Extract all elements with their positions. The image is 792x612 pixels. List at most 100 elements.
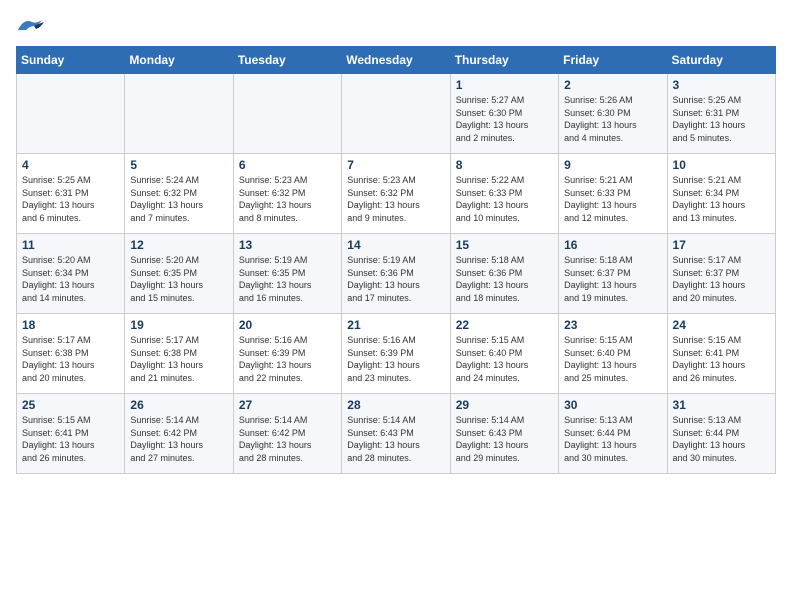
day-info: Sunrise: 5:23 AM Sunset: 6:32 PM Dayligh… [239,174,336,224]
day-info: Sunrise: 5:18 AM Sunset: 6:37 PM Dayligh… [564,254,661,304]
calendar-cell: 5 Sunrise: 5:24 AM Sunset: 6:32 PM Daylig… [125,154,233,234]
day-info: Sunrise: 5:24 AM Sunset: 6:32 PM Dayligh… [130,174,227,224]
day-number: 23 [564,318,661,332]
calendar-cell: 14 Sunrise: 5:19 AM Sunset: 6:36 PM Dayli… [342,234,450,314]
calendar-cell: 18 Sunrise: 5:17 AM Sunset: 6:38 PM Dayli… [17,314,125,394]
day-info: Sunrise: 5:20 AM Sunset: 6:35 PM Dayligh… [130,254,227,304]
day-number: 7 [347,158,444,172]
day-number: 21 [347,318,444,332]
day-number: 29 [456,398,553,412]
calendar-table: SundayMondayTuesdayWednesdayThursdayFrid… [16,46,776,474]
day-info: Sunrise: 5:14 AM Sunset: 6:42 PM Dayligh… [239,414,336,464]
day-number: 19 [130,318,227,332]
day-info: Sunrise: 5:25 AM Sunset: 6:31 PM Dayligh… [22,174,119,224]
day-number: 16 [564,238,661,252]
calendar-cell: 31 Sunrise: 5:13 AM Sunset: 6:44 PM Dayli… [667,394,775,474]
day-number: 12 [130,238,227,252]
calendar-cell: 7Sunrise: 5:23 AM Sunset: 6:32 PM Daylig… [342,154,450,234]
day-number: 30 [564,398,661,412]
day-info: Sunrise: 5:21 AM Sunset: 6:34 PM Dayligh… [673,174,770,224]
calendar-cell [342,74,450,154]
day-number: 18 [22,318,119,332]
day-number: 9 [564,158,661,172]
calendar-cell [125,74,233,154]
day-info: Sunrise: 5:16 AM Sunset: 6:39 PM Dayligh… [239,334,336,384]
day-number: 26 [130,398,227,412]
calendar-cell: 19 Sunrise: 5:17 AM Sunset: 6:38 PM Dayli… [125,314,233,394]
day-info: Sunrise: 5:27 AM Sunset: 6:30 PM Dayligh… [456,94,553,144]
day-number: 1 [456,78,553,92]
day-number: 24 [673,318,770,332]
calendar-cell: 24 Sunrise: 5:15 AM Sunset: 6:41 PM Dayli… [667,314,775,394]
calendar-cell: 6 Sunrise: 5:23 AM Sunset: 6:32 PM Daylig… [233,154,341,234]
day-number: 10 [673,158,770,172]
day-info: Sunrise: 5:19 AM Sunset: 6:35 PM Dayligh… [239,254,336,304]
calendar-cell: 29 Sunrise: 5:14 AM Sunset: 6:43 PM Dayli… [450,394,558,474]
day-info: Sunrise: 5:19 AM Sunset: 6:36 PM Dayligh… [347,254,444,304]
day-number: 27 [239,398,336,412]
day-number: 22 [456,318,553,332]
day-number: 5 [130,158,227,172]
day-number: 14 [347,238,444,252]
calendar-cell: 13 Sunrise: 5:19 AM Sunset: 6:35 PM Dayli… [233,234,341,314]
week-row-1: 1 Sunrise: 5:27 AM Sunset: 6:30 PM Daylig… [17,74,776,154]
day-number: 31 [673,398,770,412]
weekday-header-monday: Monday [125,47,233,74]
day-info: Sunrise: 5:13 AM Sunset: 6:44 PM Dayligh… [564,414,661,464]
weekday-header-tuesday: Tuesday [233,47,341,74]
day-number: 2 [564,78,661,92]
calendar-cell: 1 Sunrise: 5:27 AM Sunset: 6:30 PM Daylig… [450,74,558,154]
day-number: 3 [673,78,770,92]
calendar-cell: 2 Sunrise: 5:26 AM Sunset: 6:30 PM Daylig… [559,74,667,154]
day-info: Sunrise: 5:17 AM Sunset: 6:37 PM Dayligh… [673,254,770,304]
day-number: 25 [22,398,119,412]
calendar-cell: 10 Sunrise: 5:21 AM Sunset: 6:34 PM Dayli… [667,154,775,234]
calendar-cell: 25Sunrise: 5:15 AM Sunset: 6:41 PM Dayli… [17,394,125,474]
day-number: 28 [347,398,444,412]
day-info: Sunrise: 5:15 AM Sunset: 6:40 PM Dayligh… [456,334,553,384]
calendar-cell: 28 Sunrise: 5:14 AM Sunset: 6:43 PM Dayli… [342,394,450,474]
weekday-header-sunday: Sunday [17,47,125,74]
day-info: Sunrise: 5:18 AM Sunset: 6:36 PM Dayligh… [456,254,553,304]
day-info: Sunrise: 5:21 AM Sunset: 6:33 PM Dayligh… [564,174,661,224]
calendar-cell: 23 Sunrise: 5:15 AM Sunset: 6:40 PM Dayli… [559,314,667,394]
day-info: Sunrise: 5:14 AM Sunset: 6:42 PM Dayligh… [130,414,227,464]
calendar-cell: 12 Sunrise: 5:20 AM Sunset: 6:35 PM Dayli… [125,234,233,314]
day-info: Sunrise: 5:17 AM Sunset: 6:38 PM Dayligh… [22,334,119,384]
day-info: Sunrise: 5:16 AM Sunset: 6:39 PM Dayligh… [347,334,444,384]
day-number: 13 [239,238,336,252]
week-row-2: 4 Sunrise: 5:25 AM Sunset: 6:31 PM Daylig… [17,154,776,234]
day-number: 11 [22,238,119,252]
calendar-cell: 21 Sunrise: 5:16 AM Sunset: 6:39 PM Dayli… [342,314,450,394]
day-number: 8 [456,158,553,172]
day-info: Sunrise: 5:22 AM Sunset: 6:33 PM Dayligh… [456,174,553,224]
day-info: Sunrise: 5:15 AM Sunset: 6:40 PM Dayligh… [564,334,661,384]
calendar-cell: 15 Sunrise: 5:18 AM Sunset: 6:36 PM Dayli… [450,234,558,314]
calendar-cell: 8 Sunrise: 5:22 AM Sunset: 6:33 PM Daylig… [450,154,558,234]
calendar-cell [233,74,341,154]
calendar-cell: 16 Sunrise: 5:18 AM Sunset: 6:37 PM Dayli… [559,234,667,314]
day-info: Sunrise: 5:14 AM Sunset: 6:43 PM Dayligh… [456,414,553,464]
calendar-cell: 20 Sunrise: 5:16 AM Sunset: 6:39 PM Dayli… [233,314,341,394]
header [16,16,776,34]
day-number: 20 [239,318,336,332]
day-number: 17 [673,238,770,252]
day-info: Sunrise: 5:26 AM Sunset: 6:30 PM Dayligh… [564,94,661,144]
day-info: Sunrise: 5:14 AM Sunset: 6:43 PM Dayligh… [347,414,444,464]
day-number: 4 [22,158,119,172]
calendar-cell: 22 Sunrise: 5:15 AM Sunset: 6:40 PM Dayli… [450,314,558,394]
day-info: Sunrise: 5:13 AM Sunset: 6:44 PM Dayligh… [673,414,770,464]
calendar-cell: 26 Sunrise: 5:14 AM Sunset: 6:42 PM Dayli… [125,394,233,474]
week-row-3: 11Sunrise: 5:20 AM Sunset: 6:34 PM Dayli… [17,234,776,314]
day-number: 6 [239,158,336,172]
weekday-header-thursday: Thursday [450,47,558,74]
day-number: 15 [456,238,553,252]
weekday-header-saturday: Saturday [667,47,775,74]
week-row-4: 18 Sunrise: 5:17 AM Sunset: 6:38 PM Dayli… [17,314,776,394]
calendar-cell [17,74,125,154]
day-info: Sunrise: 5:25 AM Sunset: 6:31 PM Dayligh… [673,94,770,144]
weekday-header-friday: Friday [559,47,667,74]
day-info: Sunrise: 5:17 AM Sunset: 6:38 PM Dayligh… [130,334,227,384]
day-info: Sunrise: 5:15 AM Sunset: 6:41 PM Dayligh… [673,334,770,384]
calendar-cell: 3 Sunrise: 5:25 AM Sunset: 6:31 PM Daylig… [667,74,775,154]
